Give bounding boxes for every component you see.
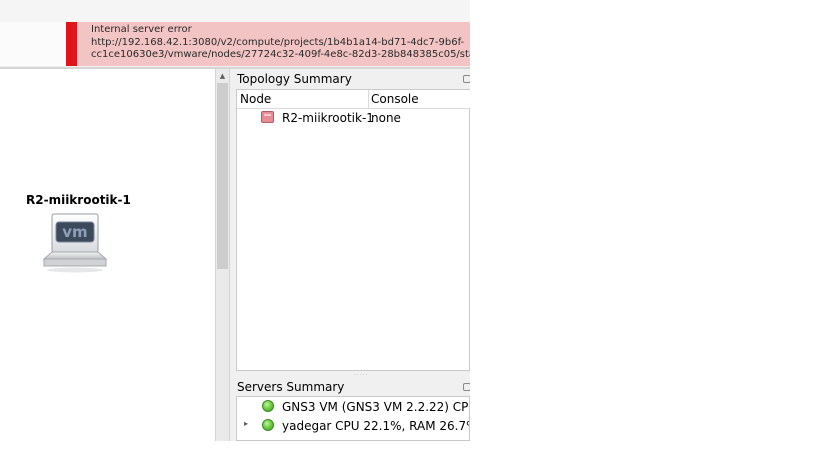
scroll-up-arrow-icon[interactable]: ▲: [216, 69, 229, 83]
vm-icon-text: vm: [62, 223, 87, 241]
stopped-icon: [261, 111, 274, 123]
column-divider[interactable]: [368, 90, 369, 108]
toolbar-left-area: [0, 22, 67, 66]
column-header-node[interactable]: Node: [240, 92, 271, 106]
vmware-vm-laptop-icon[interactable]: vm: [42, 212, 108, 274]
error-message: Internal server error http://192.168.42.…: [91, 24, 470, 62]
canvas-vertical-scrollbar[interactable]: ▲: [215, 69, 230, 441]
gns3-window: Internal server error http://192.168.42.…: [0, 0, 470, 460]
error-title: Internal server error: [91, 24, 192, 35]
servers-summary-title: Servers Summary: [237, 380, 345, 394]
list-item[interactable]: ▸ yadegar CPU 22.1%, RAM 26.7%: [237, 417, 470, 435]
column-header-console[interactable]: Console: [371, 92, 419, 106]
server-running-icon: [262, 419, 274, 431]
server-text: yadegar CPU 22.1%, RAM 26.7%: [282, 419, 470, 433]
dock-float-icon[interactable]: [463, 383, 470, 391]
scrollbar-thumb[interactable]: [217, 83, 228, 269]
status-bar: [0, 441, 470, 460]
error-url-line-2: cc1ce10630e3/vmware/nodes/27724c32-409f-…: [91, 49, 470, 60]
servers-summary-panel: GNS3 VM (GNS3 VM 2.2.22) CPU 0.0 ▸ yadeg…: [236, 396, 470, 441]
node-label[interactable]: R2-miikrootik-1: [26, 193, 131, 207]
server-text: GNS3 VM (GNS3 VM 2.2.22) CPU 0.0: [282, 400, 469, 414]
vm-node-graphic: vm: [42, 213, 108, 273]
error-accent-bar: [66, 22, 77, 66]
row-node-name: R2-miikrootik-1: [282, 111, 374, 125]
dock-float-icon[interactable]: [463, 75, 470, 83]
server-running-icon: [262, 400, 274, 412]
row-console-value: none: [371, 111, 401, 125]
topology-summary-panel: Node Console R2-miikrootik-1 none: [236, 89, 470, 371]
toolbar-strip: [0, 0, 470, 23]
error-url-line-1: http://192.168.42.1:3080/v2/compute/proj…: [91, 36, 465, 48]
expand-arrow-icon[interactable]: ▸: [244, 419, 248, 428]
error-banner: Internal server error http://192.168.42.…: [66, 22, 470, 66]
table-row[interactable]: R2-miikrootik-1 none: [237, 110, 470, 127]
dock-splitter-handle[interactable]: ·····: [236, 371, 470, 379]
topology-table-header: Node Console: [237, 90, 470, 109]
list-item[interactable]: GNS3 VM (GNS3 VM 2.2.22) CPU 0.0: [237, 398, 469, 416]
topology-summary-title: Topology Summary: [237, 72, 352, 86]
